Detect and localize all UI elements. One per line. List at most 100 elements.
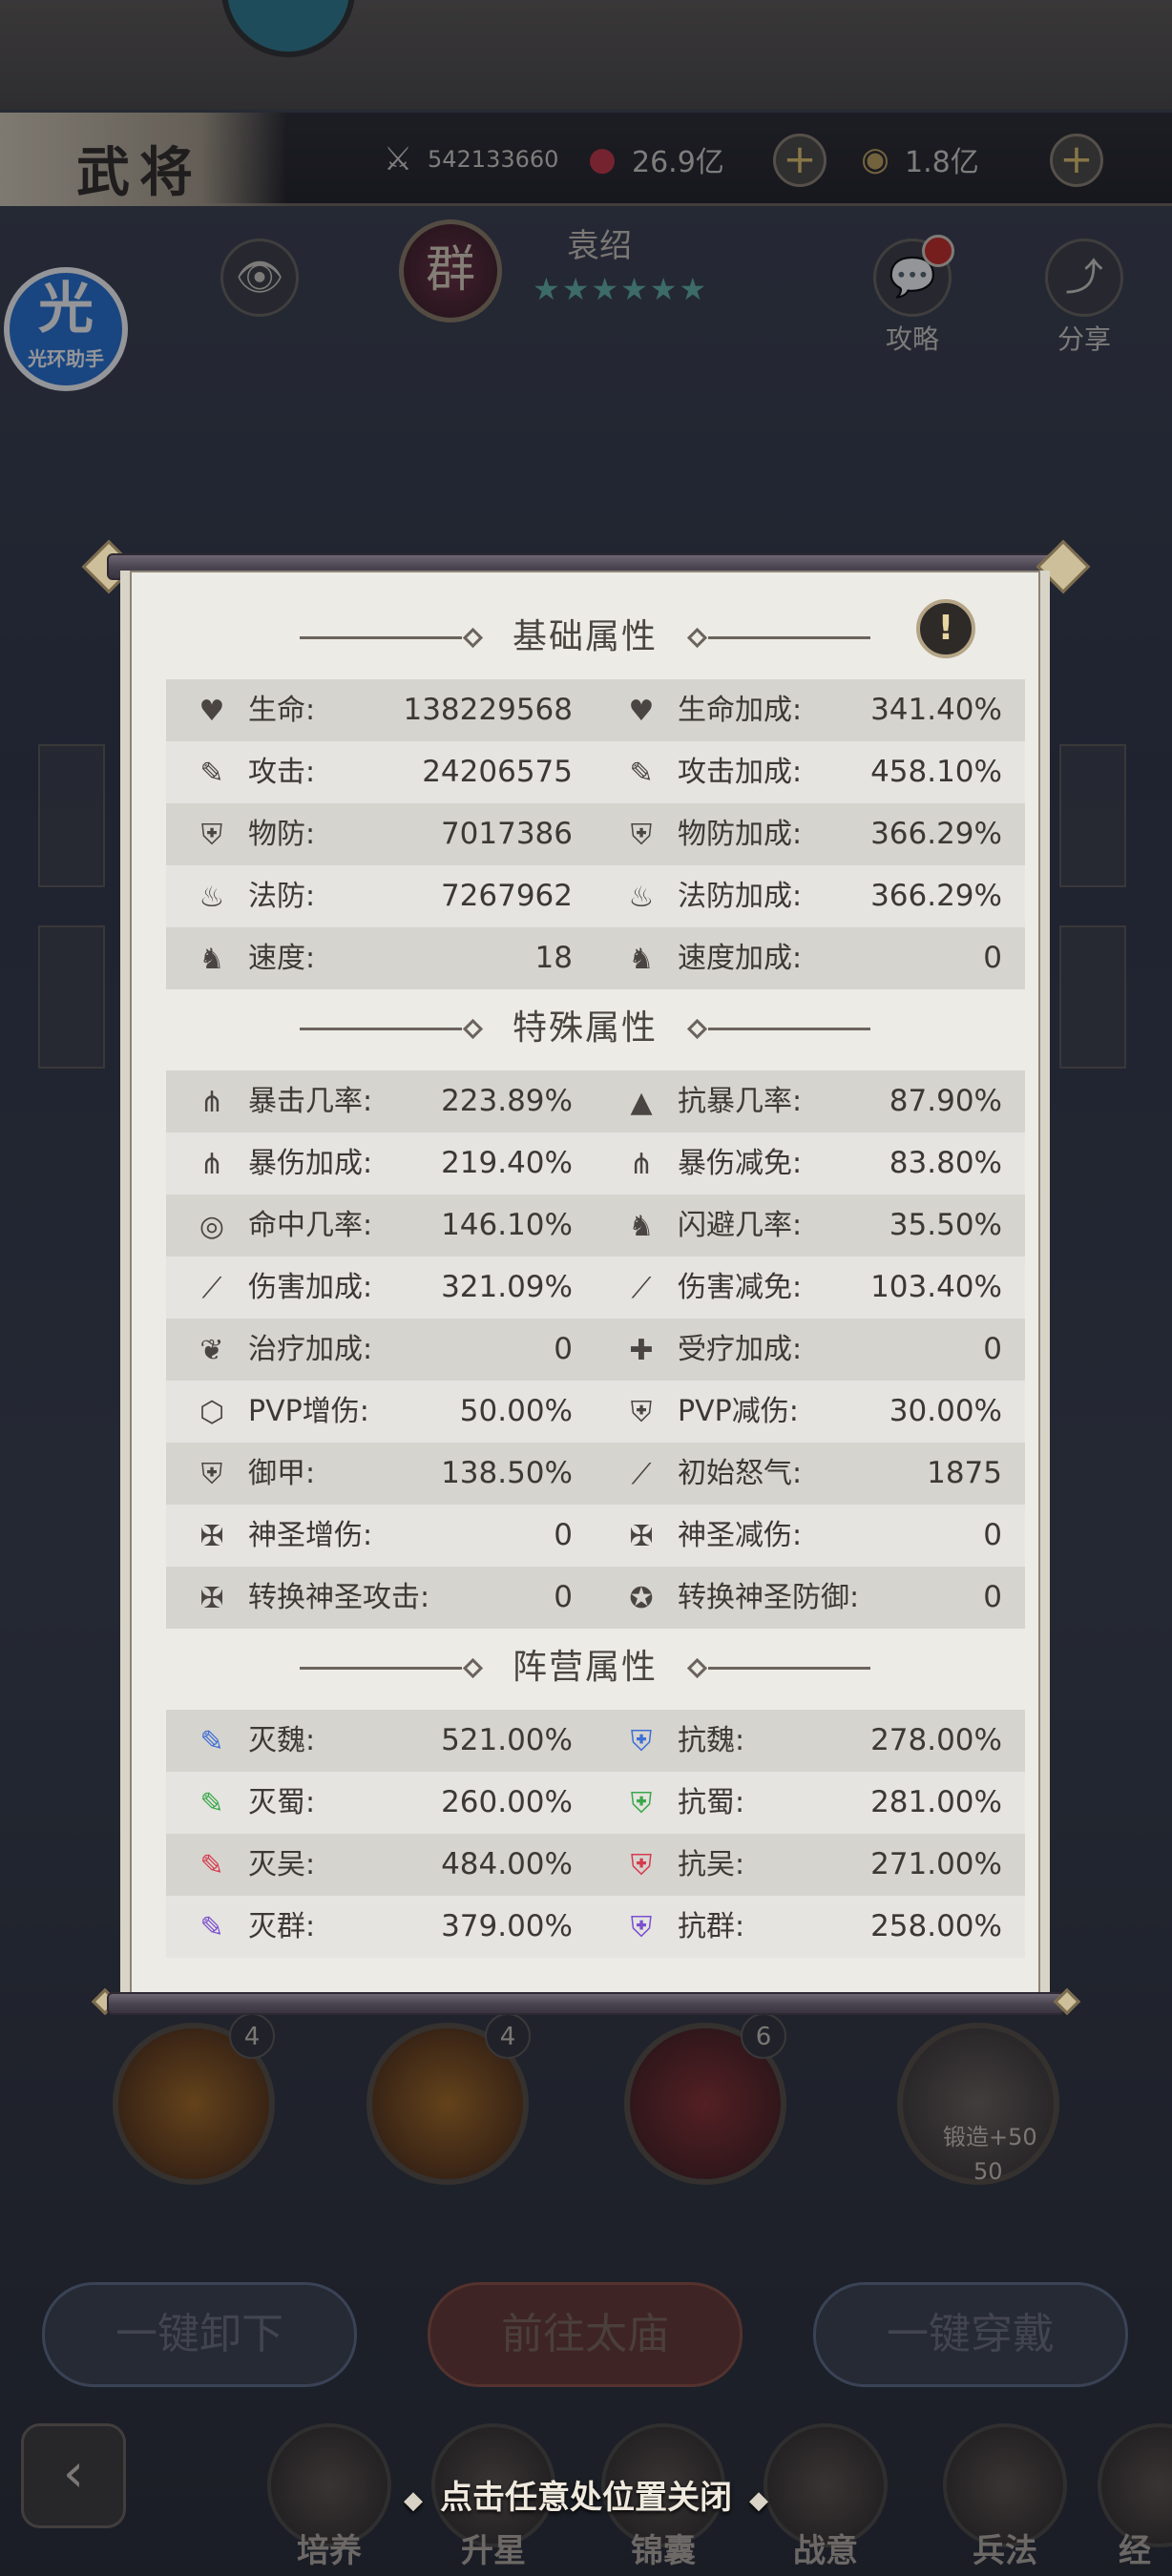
pvp-shield-icon: ⬡ xyxy=(199,1395,225,1429)
attribute-name: 暴伤减免: xyxy=(678,1147,803,1180)
attribute-cell: ✎ 攻击: 24206575 xyxy=(166,741,596,803)
attribute-name: 伤害加成: xyxy=(248,1271,373,1304)
close-hint: ◆ 点击任意处位置关闭 ◆ xyxy=(0,2471,1172,2518)
attribute-name: 灭蜀: xyxy=(248,1786,316,1819)
attribute-row: ✎ 灭吴: 484.00% ⛨ 抗吴: 271.00% xyxy=(166,1834,1025,1896)
divider-diamond xyxy=(686,627,708,649)
holy-icon: ✠ xyxy=(629,1519,654,1553)
attribute-name: 抗群: xyxy=(678,1910,745,1943)
attribute-value: 18 xyxy=(534,941,573,975)
shield-icon: ⛨ xyxy=(630,1395,653,1429)
shield-icon: ⛨ xyxy=(200,818,223,852)
attribute-cell: ♥ 生命加成: 341.40% xyxy=(596,679,1025,741)
attribute-cell: ✠ 转换神圣攻击: 0 xyxy=(166,1567,596,1629)
shu-shield-icon: ⛨ xyxy=(630,1786,653,1820)
attribute-name: 受疗加成: xyxy=(678,1333,803,1366)
attribute-value: 260.00% xyxy=(441,1785,573,1819)
attribute-row: ✎ 攻击: 24206575 ✎ 攻击加成: 458.10% xyxy=(166,741,1025,803)
attribute-name: 闪避几率: xyxy=(678,1209,803,1242)
shu-sword-icon: ✎ xyxy=(199,1786,224,1820)
section-header-faction: 阵营属性 xyxy=(130,1639,1040,1696)
attribute-value: 366.29% xyxy=(870,879,1002,913)
attribute-name: 神圣减伤: xyxy=(678,1519,803,1552)
attribute-cell: ♨ 法防加成: 366.29% xyxy=(596,865,1025,927)
attribute-cell: ✎ 灭群: 379.00% xyxy=(166,1896,596,1958)
attribute-cell: ⛨ 物防加成: 366.29% xyxy=(596,803,1025,865)
runner-icon: ♞ xyxy=(199,942,225,976)
slash-icon: ⟋ xyxy=(201,1271,222,1305)
attribute-cell: ✪ 转换神圣防御: 0 xyxy=(596,1567,1025,1629)
attribute-value: 146.10% xyxy=(441,1208,573,1242)
attribute-row: ✠ 转换神圣攻击: 0 ✪ 转换神圣防御: 0 xyxy=(166,1567,1025,1629)
attribute-cell: ⛨ 抗群: 258.00% xyxy=(596,1896,1025,1958)
attribute-name: 灭群: xyxy=(248,1910,316,1943)
attribute-value: 35.50% xyxy=(889,1208,1002,1242)
claw-icon: ⋔ xyxy=(629,1147,654,1181)
attribute-value: 458.10% xyxy=(870,755,1002,789)
attribute-name: 抗暴几率: xyxy=(678,1085,803,1118)
attribute-name: 法防: xyxy=(248,880,316,913)
attribute-name: 神圣增伤: xyxy=(248,1519,373,1552)
claw-icon: ⋔ xyxy=(199,1085,224,1119)
divider-line xyxy=(708,1028,870,1030)
divider-line xyxy=(300,1028,462,1030)
attribute-name: 转换神圣攻击: xyxy=(248,1581,430,1614)
attribute-cell: ⛨ PVP减伤: 30.00% xyxy=(596,1381,1025,1443)
scroll-rod-bottom xyxy=(107,1992,1065,2015)
attribute-cell: ♞ 速度加成: 0 xyxy=(596,927,1025,989)
slash-icon: ⟋ xyxy=(631,1271,652,1305)
attribute-value: 219.40% xyxy=(441,1146,573,1180)
attribute-value: 484.00% xyxy=(441,1847,573,1881)
attribute-cell: ✎ 灭蜀: 260.00% xyxy=(166,1772,596,1834)
claw-icon: ⋔ xyxy=(199,1147,224,1181)
special-attributes-table: ⋔ 暴击几率: 223.89% ▲ 抗暴几率: 87.90% ⋔ 暴伤加成: 219.40% ⋔ 暴… xyxy=(166,1070,1025,1629)
attribute-name: 伤害减免: xyxy=(678,1271,803,1304)
attribute-value: 0 xyxy=(554,1332,573,1366)
attribute-cell: ⛨ 抗吴: 271.00% xyxy=(596,1834,1025,1896)
attribute-value: 341.40% xyxy=(870,693,1002,727)
divider-diamond xyxy=(462,627,484,649)
attribute-cell: ⟋ 初始怒气: 1875 xyxy=(596,1443,1025,1505)
sword-icon: ✎ xyxy=(629,756,654,790)
divider-line xyxy=(300,636,462,639)
runner-icon: ♞ xyxy=(628,942,655,976)
heart-plus-icon: ♥ xyxy=(628,694,655,728)
attribute-cell: ⋔ 暴伤加成: 219.40% xyxy=(166,1132,596,1195)
attribute-name: 速度: xyxy=(248,942,316,975)
attribute-cell: ✚ 受疗加成: 0 xyxy=(596,1319,1025,1381)
close-hint-text: 点击任意处位置关闭 xyxy=(440,2479,732,2517)
qun-shield-icon: ⛨ xyxy=(630,1910,653,1944)
attribute-name: 生命加成: xyxy=(678,694,803,727)
attribute-name: 生命: xyxy=(248,694,316,727)
attribute-row: ✎ 灭蜀: 260.00% ⛨ 抗蜀: 281.00% xyxy=(166,1772,1025,1834)
attribute-value: 366.29% xyxy=(870,817,1002,851)
attribute-name: 灭魏: xyxy=(248,1724,316,1757)
attribute-value: 0 xyxy=(983,941,1002,975)
info-icon[interactable]: ! xyxy=(916,599,975,658)
attribute-name: 转换神圣防御: xyxy=(678,1581,860,1614)
attribute-cell: ✎ 攻击加成: 458.10% xyxy=(596,741,1025,803)
attribute-panel: 基础属性 ! ♥ 生命: 138229568 ♥ 生命加成: 341.40% ✎ 攻击: 242… xyxy=(120,571,1050,2000)
attribute-row: ⟋ 伤害加成: 321.09% ⟋ 伤害减免: 103.40% xyxy=(166,1257,1025,1319)
attribute-value: 138.50% xyxy=(441,1456,573,1490)
attribute-value: 50.00% xyxy=(459,1394,573,1428)
attribute-name: 速度加成: xyxy=(678,942,803,975)
attribute-cell: ◎ 命中几率: 146.10% xyxy=(166,1195,596,1257)
divider-diamond xyxy=(462,1657,484,1679)
attribute-name: 物防: xyxy=(248,818,316,851)
attribute-value: 1875 xyxy=(927,1456,1002,1490)
attribute-name: 治疗加成: xyxy=(248,1333,373,1366)
attribute-cell: ♥ 生命: 138229568 xyxy=(166,679,596,741)
divider-diamond xyxy=(686,1657,708,1679)
attribute-value: 7017386 xyxy=(440,817,573,851)
attribute-value: 87.90% xyxy=(889,1084,1002,1118)
attribute-row: ✠ 神圣增伤: 0 ✠ 神圣减伤: 0 xyxy=(166,1505,1025,1567)
divider-diamond xyxy=(686,1018,708,1040)
attribute-value: 0 xyxy=(983,1518,1002,1552)
attribute-value: 0 xyxy=(983,1580,1002,1614)
flame-icon: ♨ xyxy=(199,880,225,914)
attribute-name: PVP增伤: xyxy=(248,1395,369,1428)
attribute-row: ♨ 法防: 7267962 ♨ 法防加成: 366.29% xyxy=(166,865,1025,927)
attribute-cell: ♞ 速度: 18 xyxy=(166,927,596,989)
attribute-name: 暴伤加成: xyxy=(248,1147,373,1180)
